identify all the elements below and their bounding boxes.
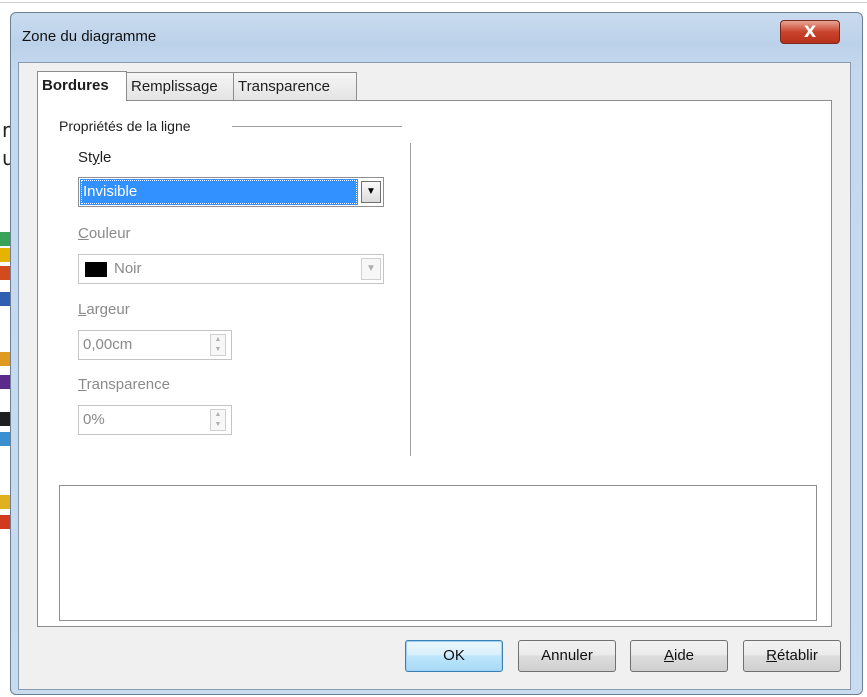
grid-line [0,2,867,3]
reset-button[interactable]: Rétablir [743,640,841,672]
width-label: Largeur [78,301,130,318]
spin-arrows[interactable]: ▲ ▼ [210,409,226,431]
spin-up-icon[interactable]: ▲ [211,410,225,420]
transparency-spinbox[interactable]: 0% ▲ ▼ [78,405,232,435]
spin-up-icon[interactable]: ▲ [211,335,225,345]
color-label-accelerator: C [78,225,89,242]
color-label-part: ouleur [88,225,131,242]
color-swatch [85,262,107,277]
tab-bordures[interactable]: Bordures [37,71,127,101]
spin-arrows[interactable]: ▲ ▼ [210,334,226,356]
group-label-line-properties: Propriétés de la ligne [59,118,195,134]
help-button[interactable]: Aide [630,640,728,672]
chevron-down-icon[interactable]: ▼ [361,181,381,203]
style-dropdown[interactable]: Invisible ▼ [78,177,384,207]
cancel-button[interactable]: Annuler [518,640,616,672]
tab-transparence[interactable]: Transparence [233,72,357,100]
preview-area [59,485,817,621]
style-label-part: St [78,149,93,166]
dialog-title: Zone du diagramme [22,28,157,45]
close-button[interactable]: X [780,20,840,44]
color-dropdown[interactable]: Noir ▼ [78,254,384,284]
style-label-accelerator: y [92,149,100,166]
transparency-label-part: ransparence [86,376,170,393]
style-label-part: le [99,149,112,166]
spin-down-icon[interactable]: ▼ [211,420,225,430]
style-label: Style [78,149,111,166]
transparency-label-accelerator: T [78,376,87,393]
color-label: Couleur [78,225,131,242]
reset-label-part: établir [776,647,818,664]
width-value: 0,00cm [83,336,133,353]
group-vertical-separator [410,143,411,456]
transparency-value: 0% [83,411,105,428]
tab-remplissage[interactable]: Remplissage [126,72,234,100]
help-accelerator: A [663,647,674,664]
chevron-down-icon[interactable]: ▼ [361,258,381,280]
style-dropdown-value: Invisible [80,179,358,205]
ok-button[interactable]: OK [405,640,503,672]
group-separator [232,126,402,127]
transparency-label: Transparence [78,376,170,393]
help-label-part: ide [673,647,695,664]
width-label-part: argeur [86,301,130,318]
spin-down-icon[interactable]: ▼ [211,345,225,355]
width-spinbox[interactable]: 0,00cm ▲ ▼ [78,330,232,360]
reset-accelerator: R [766,647,777,664]
color-dropdown-value: Noir [114,260,142,277]
